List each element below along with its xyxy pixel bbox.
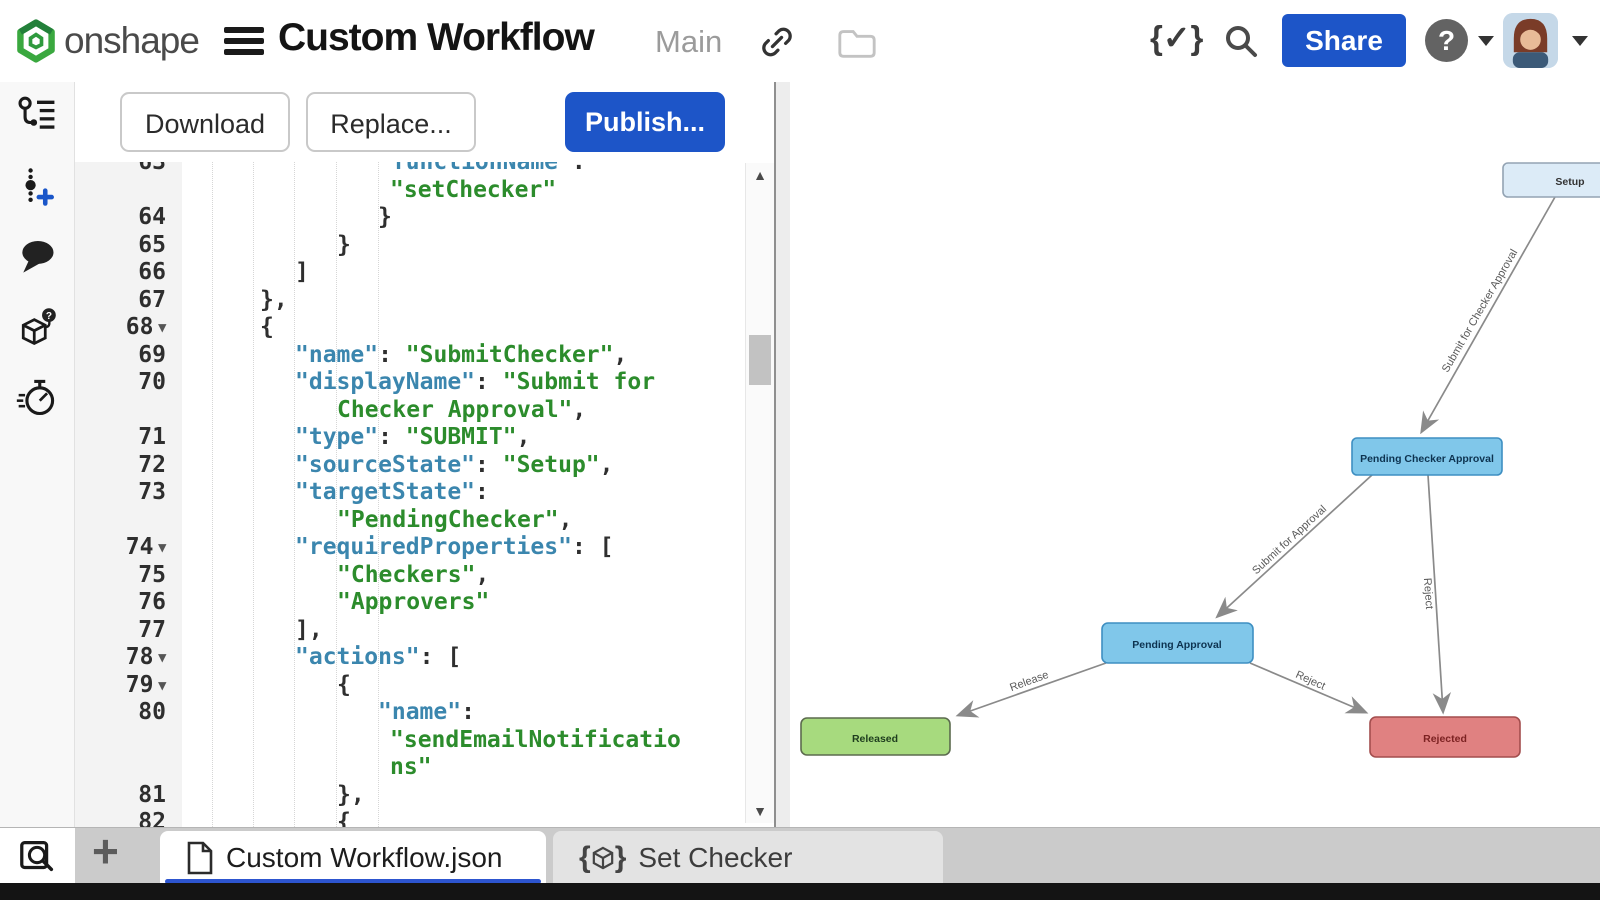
node-rejected[interactable]: Rejected xyxy=(1370,717,1520,757)
code-row[interactable]: 67}, xyxy=(75,287,745,315)
comments-icon[interactable] xyxy=(14,234,60,280)
workflow-diagram-panel: Submit for Checker Approval Submit for A… xyxy=(790,82,1600,827)
node-released[interactable]: Released xyxy=(801,718,950,755)
code-row[interactable]: "setChecker" xyxy=(75,177,745,205)
search-tabs-button[interactable] xyxy=(0,828,75,884)
code-row[interactable]: 68▾{ xyxy=(75,314,745,342)
learning-cube-icon[interactable]: ? xyxy=(14,304,60,350)
svg-text:Setup: Setup xyxy=(1555,176,1584,188)
edge-pending-checker-to-pending-approval xyxy=(1218,475,1372,616)
code-row[interactable]: "sendEmailNotificatio xyxy=(75,727,745,755)
code-row[interactable]: 79▾{ xyxy=(75,672,745,700)
code-row[interactable]: 74▾"requiredProperties": [ xyxy=(75,534,745,562)
code-row[interactable]: 64} xyxy=(75,204,745,232)
history-timer-icon[interactable] xyxy=(14,374,60,420)
user-avatar[interactable] xyxy=(1503,13,1558,68)
onshape-logo-icon[interactable] xyxy=(14,19,58,63)
bottom-tab-bar: + Custom Workflow.json {} Set Checker xyxy=(0,827,1600,883)
tab-custom-workflow-json[interactable]: Custom Workflow.json xyxy=(160,831,546,884)
featurescript-cube-icon: {} xyxy=(579,841,626,875)
code-row[interactable]: ns" xyxy=(75,754,745,782)
edge-label: Submit for Checker Approval xyxy=(1440,247,1520,374)
code-row[interactable]: 76"Approvers" xyxy=(75,589,745,617)
panel-splitter-gap xyxy=(776,82,790,827)
replace-button[interactable]: Replace... xyxy=(306,92,476,152)
code-row[interactable]: 72"sourceState": "Setup", xyxy=(75,452,745,480)
help-button[interactable]: ? xyxy=(1425,19,1468,62)
avatar-image xyxy=(1503,13,1558,68)
share-button[interactable]: Share xyxy=(1282,14,1406,67)
versions-history-icon[interactable] xyxy=(14,94,60,140)
node-pending-approval[interactable]: Pending Approval xyxy=(1102,623,1253,663)
copy-link-icon[interactable] xyxy=(757,22,797,62)
svg-text:?: ? xyxy=(46,311,52,322)
hamburger-menu-icon[interactable] xyxy=(224,27,264,55)
tab-label: Custom Workflow.json xyxy=(226,842,502,874)
top-bar: onshape Custom Workflow Main {✓} Share ? xyxy=(0,0,1600,83)
code-row[interactable]: 66] xyxy=(75,259,745,287)
folder-icon[interactable] xyxy=(836,25,878,61)
editor-scrollbar[interactable]: ▲ ▼ xyxy=(745,163,774,823)
file-icon xyxy=(186,841,214,875)
onshape-app: onshape Custom Workflow Main {✓} Share ? xyxy=(0,0,1600,900)
svg-text:Released: Released xyxy=(852,733,898,745)
add-tab-button[interactable]: + xyxy=(92,824,119,878)
scroll-down-icon[interactable]: ▼ xyxy=(746,803,774,819)
code-row[interactable]: "PendingChecker", xyxy=(75,507,745,535)
code-row[interactable]: 80"name": xyxy=(75,699,745,727)
node-setup[interactable]: Setup xyxy=(1503,163,1600,197)
featurescript-icon[interactable]: {✓} xyxy=(1150,18,1203,57)
edge-setup-to-pending-checker xyxy=(1422,197,1555,431)
code-rows: 63"functionName":"setChecker"64}65}66]67… xyxy=(75,162,745,827)
workflow-diagram: Submit for Checker Approval Submit for A… xyxy=(790,82,1600,827)
search-icon[interactable] xyxy=(1222,22,1260,60)
code-row[interactable]: 73"targetState": xyxy=(75,479,745,507)
code-row[interactable]: 81}, xyxy=(75,782,745,810)
tab-set-checker[interactable]: {} Set Checker xyxy=(553,831,943,884)
svg-text:Pending Approval: Pending Approval xyxy=(1132,639,1222,651)
create-version-icon[interactable] xyxy=(14,164,60,210)
code-row[interactable]: 63"functionName": xyxy=(75,162,745,177)
edge-pending-approval-to-released xyxy=(959,663,1106,715)
json-code-editor[interactable]: 63"functionName":"setChecker"64}65}66]67… xyxy=(75,162,745,827)
code-row[interactable]: 82{ xyxy=(75,809,745,827)
left-icon-rail: ? xyxy=(0,82,75,827)
workspace-name[interactable]: Main xyxy=(655,24,722,60)
brand-wordmark: onshape xyxy=(64,20,199,62)
search-tabs-icon xyxy=(17,835,59,877)
code-row[interactable]: 65} xyxy=(75,232,745,260)
svg-text:Rejected: Rejected xyxy=(1423,733,1467,745)
tab-label: Set Checker xyxy=(638,842,792,874)
edge-label: Submit for Approval xyxy=(1250,503,1329,577)
window-bottom-strip xyxy=(0,883,1600,900)
code-row[interactable]: 78▾"actions": [ xyxy=(75,644,745,672)
code-row[interactable]: 71"type": "SUBMIT", xyxy=(75,424,745,452)
download-button[interactable]: Download xyxy=(120,92,290,152)
account-dropdown-caret-icon[interactable] xyxy=(1572,36,1588,46)
document-title: Custom Workflow xyxy=(278,16,594,60)
publish-button[interactable]: Publish... xyxy=(565,92,725,152)
code-row[interactable]: Checker Approval", xyxy=(75,397,745,425)
json-toolbar: Download Replace... Publish... xyxy=(75,82,774,162)
scroll-up-icon[interactable]: ▲ xyxy=(746,167,774,183)
code-row[interactable]: 75"Checkers", xyxy=(75,562,745,590)
code-row[interactable]: 77], xyxy=(75,617,745,645)
svg-text:Pending Checker Approval: Pending Checker Approval xyxy=(1360,453,1494,465)
node-pending-checker-approval[interactable]: Pending Checker Approval xyxy=(1352,438,1502,475)
scrollbar-thumb[interactable] xyxy=(749,335,771,385)
help-dropdown-caret-icon[interactable] xyxy=(1478,36,1494,46)
code-row[interactable]: 69"name": "SubmitChecker", xyxy=(75,342,745,370)
code-row[interactable]: 70"displayName": "Submit for xyxy=(75,369,745,397)
edge-pending-approval-to-rejected xyxy=(1250,663,1365,712)
edge-label: Reject xyxy=(1421,578,1435,610)
